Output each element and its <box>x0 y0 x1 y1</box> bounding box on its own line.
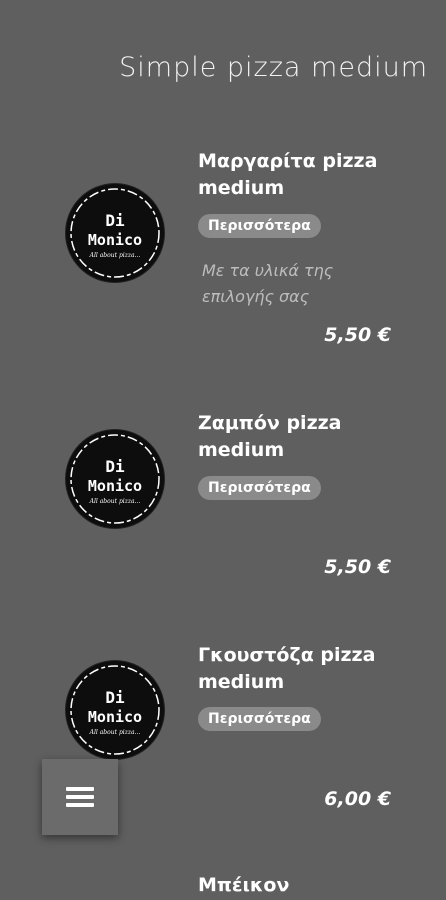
logo-text-line2: Monico <box>88 708 142 726</box>
logo-tagline: All about pizza... <box>89 252 141 259</box>
item-name: Γκουστόζα pizza medium <box>198 644 376 693</box>
logo-tagline: All about pizza... <box>89 498 141 505</box>
logo-text-line1: Di <box>105 211 125 230</box>
brand-logo: Di Monico All about pizza... <box>66 430 164 528</box>
logo-text-line1: Di <box>105 457 125 476</box>
item-price: 6,00 € <box>324 788 391 810</box>
more-button[interactable]: Περισσότερα <box>198 214 321 238</box>
logo-tagline: All about pizza... <box>89 729 141 736</box>
item-name-partial: Μπέικον <box>198 874 290 896</box>
item-name: Μαργαρίτα pizza medium <box>198 150 378 199</box>
item-price: 5,50 € <box>324 324 391 346</box>
more-button[interactable]: Περισσότερα <box>198 476 321 500</box>
logo-text-line2: Monico <box>88 231 142 249</box>
page-title: Simple pizza medium <box>119 52 428 83</box>
item-price: 5,50 € <box>324 556 391 578</box>
brand-logo: Di Monico All about pizza... <box>66 661 164 759</box>
hamburger-menu-icon <box>66 783 94 811</box>
item-description: Με τα υλικά της επιλογής σας <box>202 261 334 306</box>
more-button[interactable]: Περισσότερα <box>198 707 321 731</box>
logo-text-line1: Di <box>105 688 125 707</box>
menu-button[interactable] <box>42 759 118 835</box>
brand-logo: Di Monico All about pizza... <box>66 184 164 282</box>
logo-text-line2: Monico <box>88 477 142 495</box>
item-name: Ζαμπόν pizza medium <box>198 412 342 461</box>
